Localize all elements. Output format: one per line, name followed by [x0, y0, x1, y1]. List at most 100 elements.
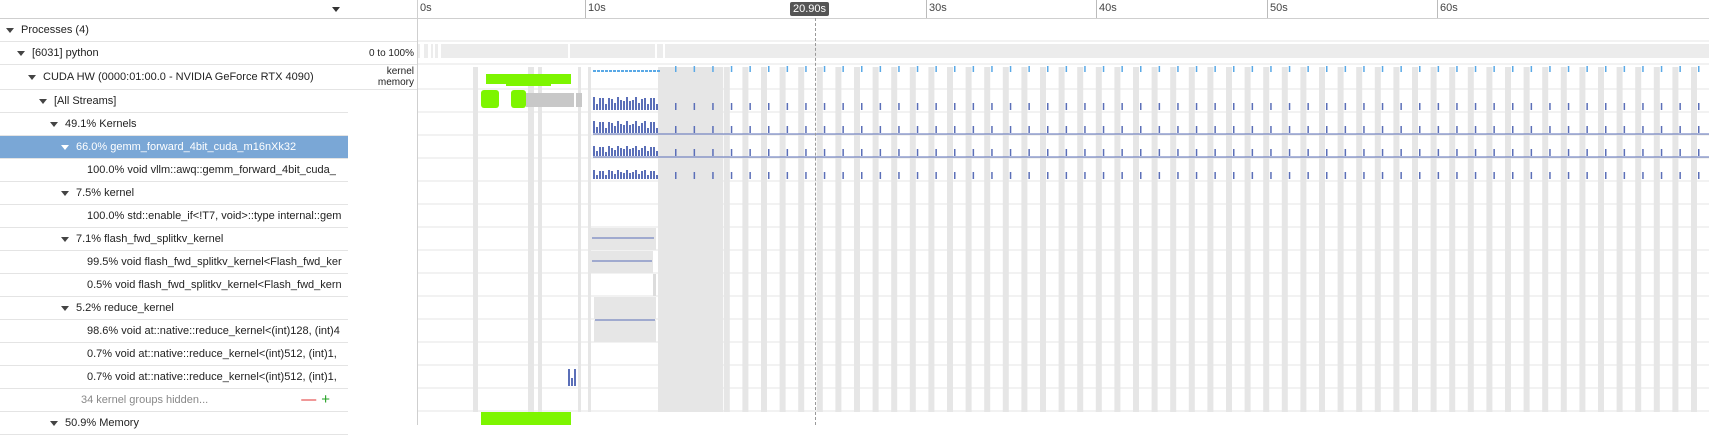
tree-row[interactable]: 50.9% Memory: [0, 412, 348, 435]
kernel-tick: [1381, 103, 1384, 110]
tree-row[interactable]: 7.5% kernel: [0, 182, 348, 205]
idle-band: [1672, 67, 1679, 412]
cuda-kernel-tick: [675, 66, 677, 72]
kernel-tick: [786, 172, 789, 179]
tree-header-dropdown-icon[interactable]: [332, 7, 340, 12]
kernel-tick: [1605, 103, 1607, 110]
expand-triangle-icon[interactable]: [28, 74, 36, 80]
kernel-tick: [1605, 126, 1607, 133]
cuda-kernel-tick: [1047, 66, 1049, 72]
kernel-tick: [1512, 149, 1514, 156]
hidden-kernel-bar: [571, 378, 573, 386]
tree-row[interactable]: 34 kernel groups hidden... — +: [0, 389, 348, 412]
timeline-panel[interactable]: 20.90s 0s 10s 30s 40s 50s 60s: [418, 0, 1709, 425]
reduce-region: [594, 297, 656, 319]
kernel-tick: [1214, 149, 1216, 156]
idle-band: [1095, 67, 1102, 412]
process-utilization-bar: [418, 44, 1709, 58]
idle-band: [872, 67, 879, 412]
expand-triangle-icon[interactable]: [61, 236, 69, 242]
kernel-tick: [1009, 172, 1012, 179]
kernel-tick: [1084, 103, 1086, 110]
idle-band: [1170, 67, 1177, 412]
kernel-tick: [1419, 172, 1421, 179]
cuda-kernel-tick: [1009, 66, 1012, 72]
kernel-tick: [1102, 149, 1105, 156]
expand-triangle-icon[interactable]: [17, 50, 25, 56]
kernel-tick: [1177, 126, 1179, 133]
cuda-kernel-tick: [1307, 66, 1309, 72]
cuda-kernel-tick: [954, 66, 956, 72]
kernel-histogram-bar: [635, 121, 637, 133]
kernel-tick: [1065, 172, 1068, 179]
tree-row[interactable]: 49.1% Kernels: [0, 113, 348, 136]
collapse-minus-icon[interactable]: —: [301, 391, 316, 408]
expand-triangle-icon[interactable]: [6, 27, 14, 33]
kernel-tick: [1047, 103, 1049, 110]
cuda-kernel-tick: [1400, 66, 1402, 72]
expand-triangle-icon[interactable]: [61, 190, 69, 196]
kernel-tick: [730, 126, 733, 133]
kernel-tick: [954, 172, 956, 179]
kernel-tick: [805, 172, 807, 179]
kernel-tick: [675, 126, 677, 133]
tree-row[interactable]: [All Streams]: [0, 90, 348, 113]
tree-row[interactable]: 100.0% std::enable_if<!T7, void>::type i…: [0, 205, 348, 228]
flash-region: [591, 251, 653, 273]
kernel-histogram-bar: [608, 98, 610, 110]
tree-row[interactable]: Processes (4): [0, 19, 348, 42]
kernel-tick: [1698, 126, 1700, 133]
kernel-tick: [1288, 126, 1291, 133]
expand-triangle-icon[interactable]: [50, 121, 58, 127]
kernel-histogram-bar: [593, 146, 595, 156]
kernel-tick: [1474, 149, 1477, 156]
tree-row[interactable]: 66.0% gemm_forward_4bit_cuda_m16nXk32: [0, 136, 348, 159]
kernel-tick: [1195, 172, 1198, 179]
kernel-histogram-bar: [626, 121, 628, 133]
kernel-tick: [1158, 103, 1161, 110]
idle-band: [723, 67, 730, 412]
kernel-histogram-bar: [650, 122, 652, 133]
idle-band: [528, 67, 534, 412]
expand-triangle-icon[interactable]: [39, 98, 47, 104]
kernel-tick: [1512, 172, 1514, 179]
idle-band: [965, 67, 972, 412]
kernel-tick: [1214, 172, 1216, 179]
kernel-tick: [935, 149, 937, 156]
tree-row[interactable]: [6031] python: [0, 42, 348, 65]
expand-plus-icon[interactable]: +: [321, 391, 330, 408]
idle-band: [1281, 67, 1288, 412]
kernel-tick: [861, 172, 863, 179]
timeline-canvas[interactable]: [418, 0, 1709, 425]
kernel-tick: [898, 172, 900, 179]
kernel-histogram-bar: [620, 148, 622, 156]
kernel-histogram-bar: [617, 146, 619, 156]
expand-triangle-icon[interactable]: [61, 144, 69, 150]
tree-row[interactable]: 99.5% void flash_fwd_splitkv_kernel<Flas…: [0, 251, 348, 274]
idle-band: [1505, 67, 1511, 412]
tree-row[interactable]: 0.5% void flash_fwd_splitkv_kernel<Flash…: [0, 274, 348, 297]
idle-band: [1002, 67, 1009, 412]
kernel-tick: [1270, 149, 1272, 156]
idle-band: [1393, 67, 1400, 412]
kernel-tick: [1400, 126, 1402, 133]
tree-row[interactable]: 0.7% void at::native::reduce_kernel<(int…: [0, 366, 348, 389]
tree-row[interactable]: 7.1% flash_fwd_splitkv_kernel: [0, 228, 348, 251]
kernel-tick: [861, 103, 863, 110]
kernel-tick: [1084, 126, 1086, 133]
kernel-tick: [861, 149, 863, 156]
cuda-kernel-tick: [693, 66, 696, 72]
stream-marker: [511, 90, 526, 108]
kernel-histogram-bar: [647, 151, 649, 156]
expand-triangle-icon[interactable]: [61, 305, 69, 311]
cuda-kernel-tick: [805, 66, 807, 72]
tree-row[interactable]: 100.0% void vllm::awq::gemm_forward_4bit…: [0, 159, 348, 182]
tree-row[interactable]: CUDA HW (0000:01:00.0 - NVIDIA GeForce R…: [0, 65, 348, 90]
tree-row[interactable]: 98.6% void at::native::reduce_kernel<(in…: [0, 320, 348, 343]
kernel-tick: [1102, 103, 1105, 110]
tree-row[interactable]: 0.7% void at::native::reduce_kernel<(int…: [0, 343, 348, 366]
kernel-histogram-bar: [647, 104, 649, 110]
tree-row[interactable]: 5.2% reduce_kernel: [0, 297, 348, 320]
cuda-kernel-tick: [1586, 66, 1588, 72]
idle-band: [909, 67, 916, 412]
